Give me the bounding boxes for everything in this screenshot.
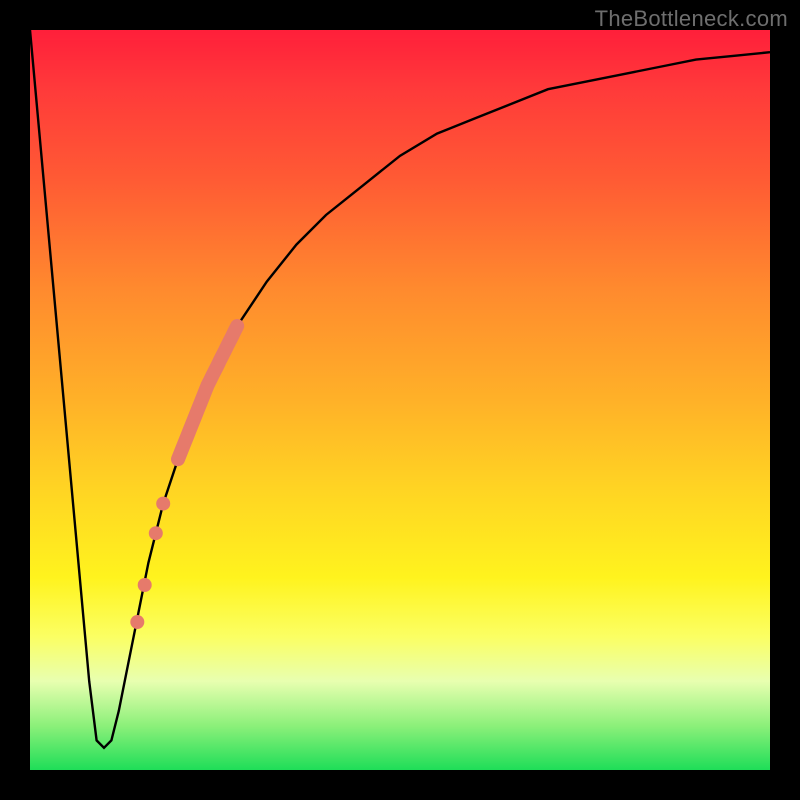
highlight-dot [138, 578, 152, 592]
plot-area [30, 30, 770, 770]
highlight-band [178, 326, 237, 459]
watermark-text: TheBottleneck.com [595, 6, 788, 32]
highlight-dot [149, 526, 163, 540]
chart-svg [30, 30, 770, 770]
highlight-markers [130, 497, 170, 629]
highlight-dot [130, 615, 144, 629]
highlight-dot [156, 497, 170, 511]
chart-frame: TheBottleneck.com [0, 0, 800, 800]
bottleneck-curve [30, 30, 770, 748]
